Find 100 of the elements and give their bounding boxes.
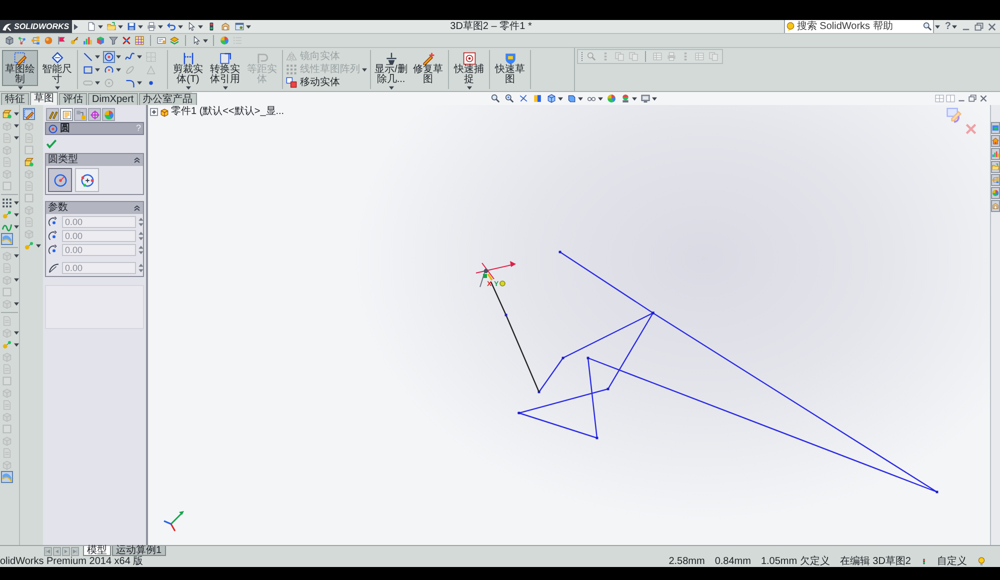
colored-cube-icon[interactable]	[95, 35, 106, 46]
close-icon[interactable]	[979, 94, 988, 103]
new-document-icon[interactable]	[86, 21, 97, 32]
collapse-icon[interactable]	[133, 204, 141, 212]
group-header[interactable]: 圆类型	[46, 154, 143, 166]
command-button[interactable]: 快速捕捉	[451, 50, 487, 86]
dropdown-caret-icon[interactable]	[466, 86, 472, 90]
color-ball-icon[interactable]	[606, 93, 617, 104]
tab[interactable]: 评估	[59, 93, 87, 105]
cursor-arrow-icon[interactable]	[186, 21, 197, 32]
tab[interactable]: 运动算例1	[112, 546, 166, 556]
four-pane-icon[interactable]	[935, 94, 944, 103]
sphere-icon[interactable]	[43, 35, 54, 46]
panel-tab[interactable]	[60, 108, 73, 121]
cursor-arrow-icon[interactable]	[191, 35, 202, 46]
command-button[interactable]: 修复草图	[410, 50, 446, 86]
dropdown-caret-icon[interactable]	[98, 24, 103, 28]
spinner-arrows-icon[interactable]	[138, 217, 144, 227]
dropdown-caret-icon[interactable]	[934, 24, 940, 28]
forward-arrow-icon[interactable]	[62, 546, 70, 556]
cancel-icon[interactable]	[964, 122, 978, 136]
command-button[interactable]: 显示/删除几...	[373, 50, 409, 86]
connected-dots-icon[interactable]	[17, 35, 28, 46]
dropdown-caret-icon[interactable]	[138, 24, 143, 28]
cube-icon[interactable]	[546, 93, 557, 104]
linked-dots-icon[interactable]	[1, 339, 13, 351]
dropdown-caret-icon[interactable]	[95, 54, 100, 58]
tab[interactable]: 特征	[1, 93, 29, 105]
cross-dot-icon[interactable]	[121, 35, 132, 46]
dropdown-caret-icon[interactable]	[558, 96, 563, 100]
panel-tab[interactable]	[74, 108, 87, 121]
dropdown-caret-icon[interactable]	[14, 112, 19, 116]
dropdown-caret-icon[interactable]	[222, 86, 228, 90]
dropdown-caret-icon[interactable]	[14, 213, 19, 217]
dropdown-caret-icon[interactable]	[178, 24, 183, 28]
spinner-arrows-icon[interactable]	[138, 263, 144, 273]
help-button[interactable]: ?	[944, 22, 951, 32]
branching-nodes-icon[interactable]	[30, 35, 41, 46]
app-window-icon[interactable]	[234, 21, 245, 32]
bar-chart-icon[interactable]	[82, 35, 93, 46]
undo-arrow-icon[interactable]	[166, 21, 177, 32]
dropdown-caret-icon[interactable]	[54, 86, 60, 90]
command-button[interactable]: 移动实体	[286, 76, 360, 88]
dropdown-caret-icon[interactable]	[598, 96, 603, 100]
folder-icon[interactable]	[991, 161, 1000, 173]
box-dot-icon[interactable]	[23, 156, 35, 168]
dropdown-caret-icon[interactable]	[388, 86, 394, 90]
dropdown-caret-icon[interactable]	[14, 343, 19, 347]
back-arrow-icon[interactable]	[53, 546, 61, 556]
pencil-frame-icon[interactable]	[945, 105, 963, 123]
ball-on-base-icon[interactable]	[620, 93, 631, 104]
option-button[interactable]	[75, 168, 99, 192]
dropdown-caret-icon[interactable]	[158, 24, 163, 28]
grip-handle-icon[interactable]	[581, 52, 583, 62]
house-icon[interactable]	[991, 135, 1000, 147]
two-pane-icon[interactable]	[946, 94, 955, 103]
group-header[interactable]: 参数	[46, 202, 143, 214]
grid-icon[interactable]	[134, 35, 145, 46]
dropdown-caret-icon[interactable]	[95, 68, 100, 72]
wavy-line-icon[interactable]	[124, 50, 136, 62]
drawing-sheet-icon[interactable]	[156, 35, 167, 46]
cube-icon[interactable]	[4, 35, 15, 46]
flyout-arrow-icon[interactable]	[74, 24, 78, 30]
key-icon[interactable]	[69, 35, 80, 46]
dropdown-caret-icon[interactable]	[652, 96, 657, 100]
lightbulb-icon[interactable]	[977, 557, 986, 566]
dropdown-caret-icon[interactable]	[36, 244, 41, 248]
expand-plus-icon[interactable]	[150, 108, 158, 116]
dropdown-caret-icon[interactable]	[632, 96, 637, 100]
magnifier-icon[interactable]	[490, 93, 501, 104]
tab[interactable]: 草图	[30, 92, 58, 105]
dropdown-caret-icon[interactable]	[203, 38, 208, 42]
skip-forward-icon[interactable]	[71, 546, 79, 556]
tab[interactable]: 模型	[83, 546, 111, 556]
dropdown-caret-icon[interactable]	[116, 68, 121, 72]
color-ball-icon[interactable]	[219, 35, 230, 46]
printer-icon[interactable]	[146, 21, 157, 32]
box-dot-icon[interactable]	[1, 108, 13, 120]
spinner-arrows-icon[interactable]	[138, 245, 144, 255]
dropdown-caret-icon[interactable]	[246, 24, 251, 28]
dropdown-caret-icon[interactable]	[198, 24, 203, 28]
tab[interactable]: DimXpert	[88, 93, 138, 105]
feature-tree-item[interactable]: 零件1 (默认<<默认>_显...	[171, 107, 284, 117]
dropdown-caret-icon[interactable]	[118, 24, 123, 28]
arch-icon[interactable]	[1, 233, 13, 245]
branching-nodes-icon[interactable]	[991, 174, 1000, 186]
zoom-in-icon[interactable]	[504, 93, 515, 104]
command-button[interactable]: 智能尺寸	[39, 50, 75, 86]
flag-icon[interactable]	[56, 35, 67, 46]
arch-icon[interactable]	[1, 471, 13, 483]
building-icon[interactable]	[991, 200, 1000, 212]
panel-tab[interactable]	[102, 108, 115, 121]
skip-back-icon[interactable]	[44, 546, 52, 556]
dropdown-caret-icon[interactable]	[952, 24, 957, 28]
dropdown-caret-icon[interactable]	[137, 54, 142, 58]
panel-tab[interactable]	[88, 108, 101, 121]
units-text[interactable]: 自定义	[937, 556, 967, 566]
restore-icon[interactable]	[968, 94, 977, 103]
dropdown-caret-icon[interactable]	[578, 96, 583, 100]
building-icon[interactable]	[220, 21, 231, 32]
